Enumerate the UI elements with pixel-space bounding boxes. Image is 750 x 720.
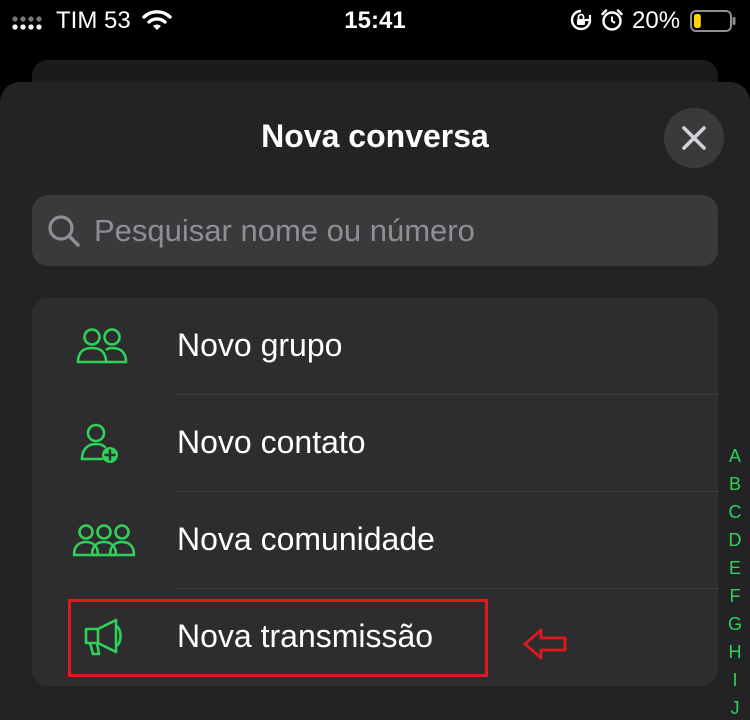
index-letter[interactable]: F bbox=[722, 582, 748, 610]
menu-item-label: Novo grupo bbox=[177, 327, 343, 363]
index-letter[interactable]: J bbox=[722, 694, 748, 720]
menu-item-label: Novo contato bbox=[177, 424, 366, 460]
search-bar[interactable] bbox=[32, 195, 718, 266]
group-icon bbox=[76, 328, 128, 364]
sheet-title: Nova conversa bbox=[261, 118, 489, 154]
close-button[interactable] bbox=[664, 108, 724, 168]
index-letter[interactable]: H bbox=[722, 638, 748, 666]
community-icon bbox=[72, 524, 136, 557]
alarm-icon bbox=[601, 9, 623, 31]
menu-item-new-contact[interactable]: Novo contato bbox=[32, 395, 718, 492]
index-letter[interactable]: E bbox=[722, 554, 748, 582]
battery-percent: 20% bbox=[632, 7, 681, 34]
arrow-left-icon bbox=[523, 628, 567, 660]
status-bar: TIM 53 15:41 20% bbox=[0, 0, 750, 44]
menu-item-label: Nova comunidade bbox=[177, 521, 435, 557]
close-icon bbox=[682, 126, 706, 150]
index-letter[interactable]: A bbox=[722, 442, 748, 470]
index-letter[interactable]: I bbox=[722, 666, 748, 694]
index-letter[interactable]: B bbox=[722, 470, 748, 498]
index-letter[interactable]: D bbox=[722, 526, 748, 554]
alphabet-index[interactable]: A B C D E F G H I J bbox=[722, 442, 748, 720]
battery-icon bbox=[690, 10, 736, 32]
index-letter[interactable]: G bbox=[722, 610, 748, 638]
index-letter[interactable]: C bbox=[722, 498, 748, 526]
highlight-box bbox=[68, 599, 488, 677]
search-input[interactable] bbox=[94, 195, 694, 266]
search-icon bbox=[48, 215, 80, 247]
menu-item-new-group[interactable]: Novo grupo bbox=[32, 298, 718, 395]
menu-item-new-community[interactable]: Nova comunidade bbox=[32, 492, 718, 589]
rotation-lock-icon bbox=[570, 9, 592, 31]
add-contact-icon bbox=[80, 423, 118, 463]
